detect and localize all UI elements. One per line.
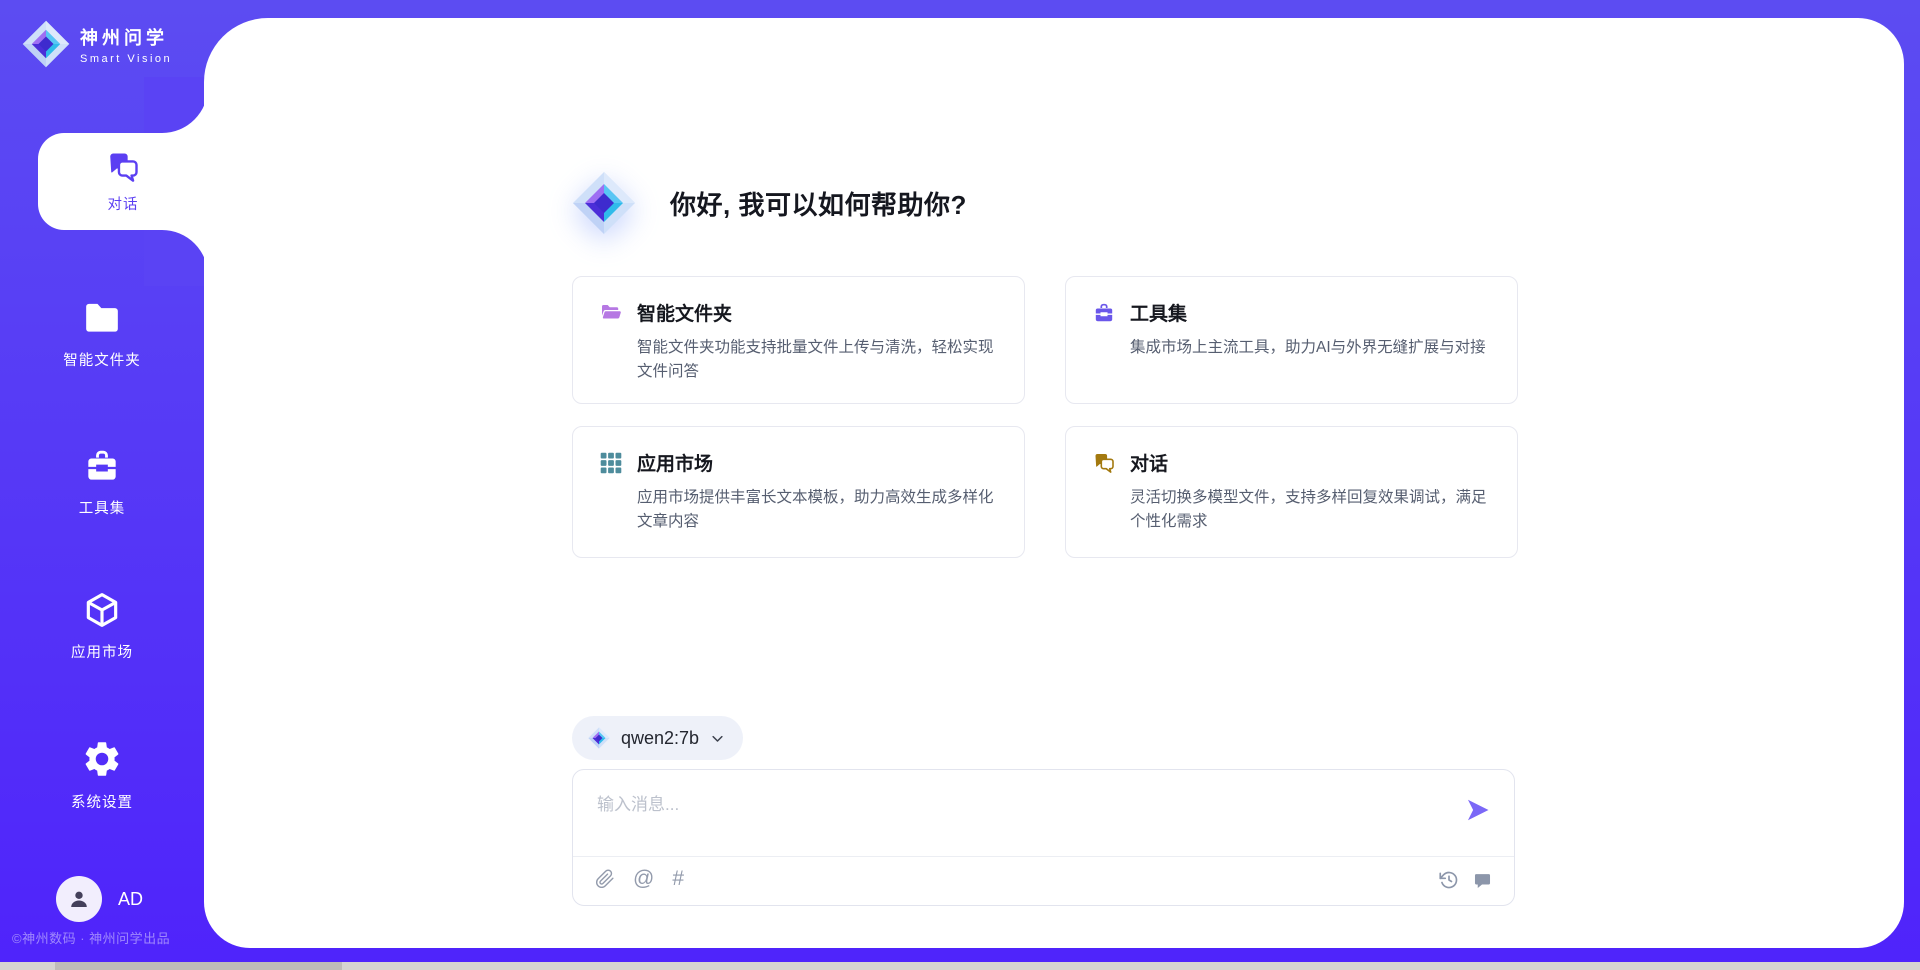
brand-name: 神州问学: [80, 24, 172, 50]
card-description: 智能文件夹功能支持批量文件上传与清洗，轻松实现文件问答: [637, 336, 998, 384]
folder-icon: [82, 298, 122, 338]
chat-icon: [1092, 451, 1116, 475]
gear-icon: [81, 738, 123, 780]
user-account[interactable]: AD: [56, 876, 143, 922]
chevron-down-icon: [710, 731, 725, 746]
greeting: 你好, 我可以如何帮助你?: [572, 171, 967, 235]
feature-cards: 智能文件夹 智能文件夹功能支持批量文件上传与清洗，轻松实现文件问答 工具集 集成…: [572, 276, 1518, 558]
hash-icon[interactable]: #: [672, 869, 684, 889]
card-chat[interactable]: 对话 灵活切换多模型文件，支持多样回复效果调试，满足个性化需求: [1065, 426, 1518, 558]
model-diamond-icon: [588, 727, 610, 749]
model-name: qwen2:7b: [621, 728, 699, 749]
card-toolbox[interactable]: 工具集 集成市场上主流工具，助力AI与外界无缝扩展与对接: [1065, 276, 1518, 404]
sidebar-item-smart-folder[interactable]: 智能文件夹: [0, 298, 204, 370]
toolbox-icon: [82, 446, 122, 486]
card-title: 对话: [1130, 449, 1168, 476]
brand-subtitle: Smart Vision: [80, 53, 172, 65]
sidebar-item-label: 智能文件夹: [63, 349, 141, 370]
card-description: 应用市场提供丰富长文本模板，助力高效生成多样化文章内容: [637, 486, 998, 534]
sidebar-item-settings[interactable]: 系统设置: [0, 738, 204, 812]
model-selector[interactable]: qwen2:7b: [572, 716, 743, 760]
sidebar-item-chat[interactable]: 对话: [38, 133, 208, 230]
sidebar-item-label: 工具集: [79, 497, 126, 518]
brand-logo: 神州问学 Smart Vision: [22, 20, 172, 68]
history-icon[interactable]: [1439, 870, 1459, 890]
apps-grid-icon: [599, 451, 623, 475]
user-initials: AD: [118, 889, 143, 910]
taskbar-strip: [0, 962, 1920, 970]
active-tab-curve-top: [144, 77, 208, 133]
sidebar-item-label: 系统设置: [71, 791, 133, 812]
briefcase-icon: [1092, 301, 1116, 325]
card-smart-folder[interactable]: 智能文件夹 智能文件夹功能支持批量文件上传与清洗，轻松实现文件问答: [572, 276, 1025, 404]
mention-icon[interactable]: @: [633, 869, 654, 889]
card-title: 智能文件夹: [637, 299, 732, 326]
attachment-icon[interactable]: [595, 869, 615, 889]
folder-open-icon: [599, 301, 623, 325]
main-panel: 你好, 我可以如何帮助你? 智能文件夹 智能文件夹功能支持批量文件上传与清洗，轻…: [204, 18, 1904, 948]
avatar: [56, 876, 102, 922]
sidebar: 神州问学 Smart Vision 对话 智能文件夹 工具集: [0, 0, 204, 952]
card-title: 应用市场: [637, 449, 713, 476]
sidebar-item-label: 对话: [108, 193, 139, 214]
card-description: 集成市场上主流工具，助力AI与外界无缝扩展与对接: [1130, 336, 1491, 360]
active-tab-curve-bottom: [144, 230, 208, 286]
cube-icon: [82, 590, 122, 630]
card-title: 工具集: [1130, 299, 1187, 326]
sidebar-item-label: 应用市场: [71, 641, 133, 662]
message-composer[interactable]: 输入消息... @ #: [572, 769, 1515, 906]
message-input[interactable]: 输入消息...: [597, 790, 679, 815]
sidebar-item-app-market[interactable]: 应用市场: [0, 590, 204, 662]
feedback-bubble-icon[interactable]: [1473, 871, 1492, 890]
sidebar-item-toolbox[interactable]: 工具集: [0, 446, 204, 518]
send-icon[interactable]: [1464, 796, 1492, 824]
composer-divider: [573, 856, 1514, 857]
chat-icon: [105, 149, 141, 185]
greeting-title: 你好, 我可以如何帮助你?: [670, 185, 967, 222]
card-description: 灵活切换多模型文件，支持多样回复效果调试，满足个性化需求: [1130, 486, 1491, 534]
card-app-market[interactable]: 应用市场 应用市场提供丰富长文本模板，助力高效生成多样化文章内容: [572, 426, 1025, 558]
sidebar-footer-text: ©神州数码 · 神州问学出品: [12, 928, 170, 947]
assistant-diamond-icon: [572, 171, 636, 235]
taskbar-segment: [55, 962, 342, 970]
brand-diamond-icon: [22, 20, 70, 68]
